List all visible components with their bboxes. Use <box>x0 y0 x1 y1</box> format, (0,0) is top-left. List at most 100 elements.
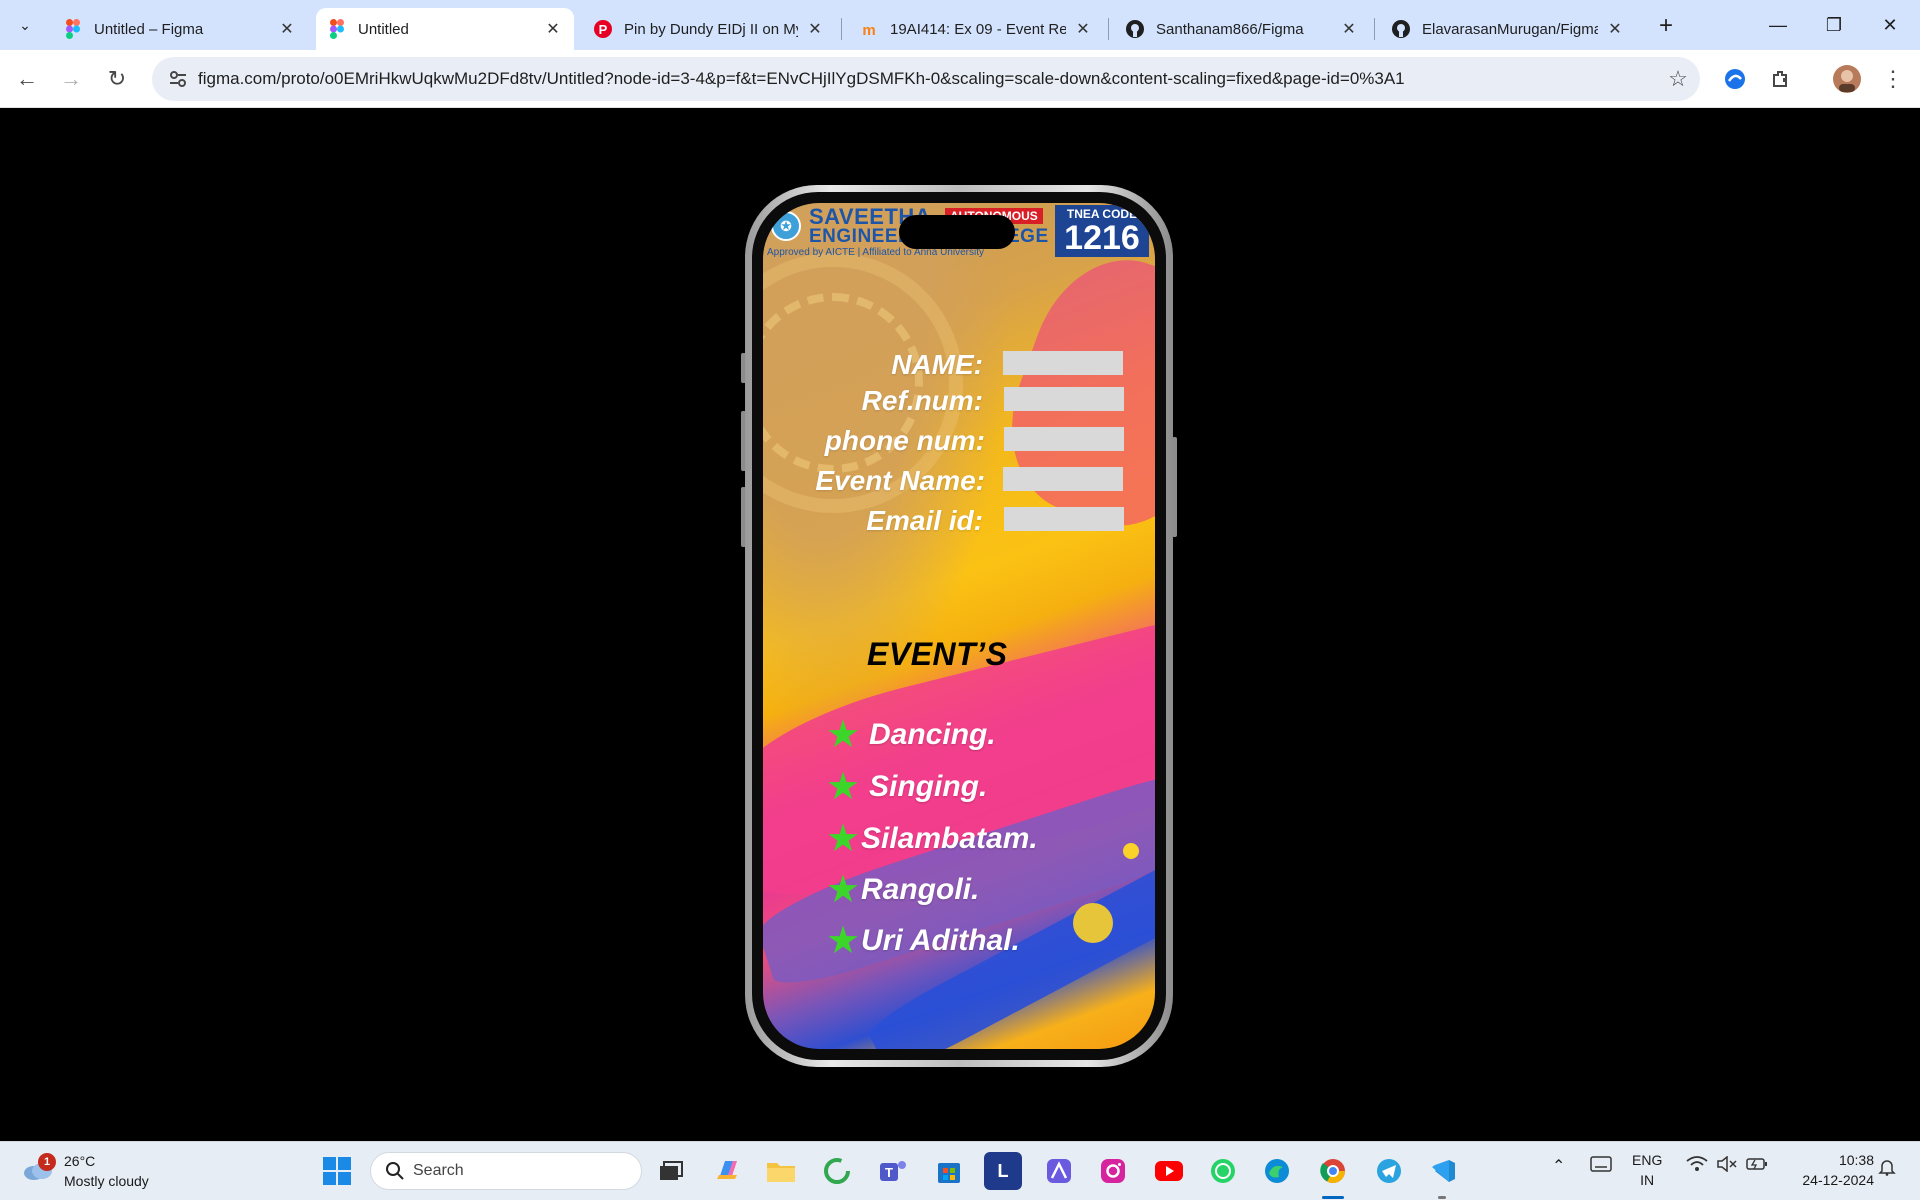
close-tab-icon[interactable]: ✕ <box>806 20 824 38</box>
more-menu-icon[interactable]: ⋮ <box>1876 62 1910 96</box>
registration-screen: ✪ SAVEETHA ENGINEERING COLLEGE AUTONOMOU… <box>763 203 1155 1049</box>
clock-time: 10:38 <box>1838 1152 1874 1168</box>
tab-moodle[interactable]: m 19AI414: Ex 09 - Event Reg ✕ <box>848 8 1104 50</box>
phone-num-field[interactable] <box>1004 427 1124 451</box>
copilot-icon[interactable] <box>708 1152 746 1190</box>
form-row-ref: Ref.num: <box>763 385 1155 419</box>
ref-num-field[interactable] <box>1004 387 1124 411</box>
url-text[interactable]: figma.com/proto/o0EMriHkwUqkwMu2DFd8tv/U… <box>198 69 1656 89</box>
name-field[interactable] <box>1003 351 1123 375</box>
task-view-icon[interactable] <box>652 1152 690 1190</box>
temperature: 26°C <box>64 1153 96 1169</box>
forward-button[interactable]: → <box>54 62 88 96</box>
extensions-puzzle-icon[interactable] <box>1764 62 1798 96</box>
file-explorer-icon[interactable] <box>762 1152 800 1190</box>
events-heading: EVENT’S <box>867 636 1008 672</box>
language-code: ENG <box>1632 1152 1663 1168</box>
notification-bell-icon[interactable] <box>1878 1158 1896 1179</box>
name-label: NAME: <box>891 349 983 380</box>
event-item-uri-adithal[interactable]: ★ Uri Adithal. <box>825 921 1020 961</box>
event-item-singing[interactable]: ★ Singing. <box>825 767 987 807</box>
windows-icon <box>323 1157 351 1185</box>
close-tab-icon[interactable]: ✕ <box>278 20 296 38</box>
tab-untitled[interactable]: Untitled ✕ <box>316 8 574 50</box>
event-name-field[interactable] <box>1003 467 1123 491</box>
taskbar-search[interactable]: Search <box>370 1152 642 1190</box>
bookmark-star-icon[interactable]: ☆ <box>1656 66 1700 92</box>
vector-app-icon[interactable] <box>1040 1152 1078 1190</box>
restore-button[interactable]: ❐ <box>1806 8 1862 42</box>
search-label: Search <box>413 1162 464 1179</box>
prototype-canvas: ✪ SAVEETHA ENGINEERING COLLEGE AUTONOMOU… <box>0 109 1920 1141</box>
close-tab-icon[interactable]: ✕ <box>1606 20 1624 38</box>
weather-widget[interactable]: 1 26°C Mostly cloudy <box>20 1149 170 1193</box>
wifi-icon[interactable] <box>1686 1156 1708 1175</box>
refresh-app-icon[interactable] <box>818 1152 856 1190</box>
green-star-icon: ★ <box>825 766 861 808</box>
close-tab-icon[interactable]: ✕ <box>1074 20 1092 38</box>
address-bar[interactable]: figma.com/proto/o0EMriHkwUqkwMu2DFd8tv/U… <box>152 57 1700 101</box>
input-language[interactable]: ENG IN <box>1632 1150 1662 1190</box>
phone-bezel: ✪ SAVEETHA ENGINEERING COLLEGE AUTONOMOU… <box>752 192 1166 1060</box>
figma-icon <box>328 19 346 39</box>
tab-search-button[interactable]: ⌄ <box>10 10 40 40</box>
instagram-icon[interactable] <box>1094 1152 1132 1190</box>
l-app-icon[interactable]: L <box>984 1152 1022 1190</box>
dynamic-island <box>899 215 1015 249</box>
moodle-icon: m <box>860 20 878 38</box>
back-button[interactable]: ← <box>10 62 44 96</box>
svg-text:m: m <box>862 22 875 37</box>
whatsapp-icon[interactable] <box>1204 1152 1242 1190</box>
clock[interactable]: 10:38 24-12-2024 <box>1782 1150 1874 1190</box>
minimize-button[interactable]: — <box>1750 8 1806 42</box>
reload-button[interactable]: ↻ <box>100 62 134 96</box>
background-paint-dot <box>1123 843 1139 859</box>
restore-icon: ❐ <box>1825 14 1843 35</box>
store-icon[interactable] <box>930 1152 968 1190</box>
event-item-dancing[interactable]: ★ Dancing. <box>825 715 996 755</box>
show-hidden-icons-chevron-icon[interactable]: ⌃ <box>1552 1156 1565 1176</box>
background-paint-dot <box>1073 903 1113 943</box>
volume-muted-icon[interactable] <box>1716 1155 1738 1175</box>
telegram-icon[interactable] <box>1370 1152 1408 1190</box>
email-field[interactable] <box>1004 507 1124 531</box>
keyboard-icon[interactable] <box>1590 1156 1612 1175</box>
event-item-rangoli[interactable]: ★ Rangoli. <box>825 870 979 910</box>
green-star-icon: ★ <box>825 714 861 756</box>
form-row-name: NAME: <box>763 349 1155 383</box>
extension-blue-icon[interactable] <box>1718 62 1752 96</box>
tab-github-santhanam[interactable]: Santhanam866/Figma ✕ <box>1114 8 1370 50</box>
close-window-button[interactable]: ✕ <box>1862 8 1918 42</box>
start-button[interactable] <box>318 1152 356 1190</box>
tab-pinterest[interactable]: P Pin by Dundy EIDj II on My ✕ <box>582 8 836 50</box>
event-name-label: Event Name: <box>815 465 985 496</box>
tab-title: Untitled – Figma <box>94 20 204 38</box>
close-tab-icon[interactable]: ✕ <box>1340 20 1358 38</box>
profile-avatar[interactable] <box>1830 62 1864 96</box>
edge-icon[interactable] <box>1258 1152 1296 1190</box>
minimize-icon: — <box>1769 14 1787 35</box>
close-icon: ✕ <box>1882 14 1898 35</box>
vscode-icon[interactable] <box>1424 1152 1462 1190</box>
chrome-icon[interactable] <box>1314 1152 1352 1190</box>
battery-icon[interactable] <box>1746 1156 1768 1175</box>
teams-icon[interactable]: T <box>874 1152 912 1190</box>
youtube-icon[interactable] <box>1150 1152 1188 1190</box>
site-info-icon[interactable] <box>158 57 198 101</box>
close-tab-icon[interactable]: ✕ <box>544 20 562 38</box>
green-star-icon: ★ <box>825 920 861 962</box>
tab-title: Pin by Dundy EIDj II on My <box>624 20 798 38</box>
svg-text:P: P <box>599 22 608 37</box>
form-row-phone: phone num: <box>763 425 1155 459</box>
event-item-silambatam[interactable]: ★ Silambatam. <box>825 819 1038 859</box>
arrow-left-icon: ← <box>16 66 38 91</box>
reload-icon: ↻ <box>107 66 127 91</box>
figma-icon <box>64 19 82 39</box>
tab-separator <box>841 18 842 40</box>
email-label: Email id: <box>866 505 983 536</box>
tab-untitled-figma[interactable]: Untitled – Figma ✕ <box>52 8 308 50</box>
new-tab-button[interactable]: + <box>1652 12 1680 40</box>
region-code: IN <box>1640 1172 1655 1188</box>
tab-github-elavarasan[interactable]: ElavarasanMurugan/Figma ✕ <box>1380 8 1636 50</box>
event-name: Singing. <box>869 770 988 803</box>
